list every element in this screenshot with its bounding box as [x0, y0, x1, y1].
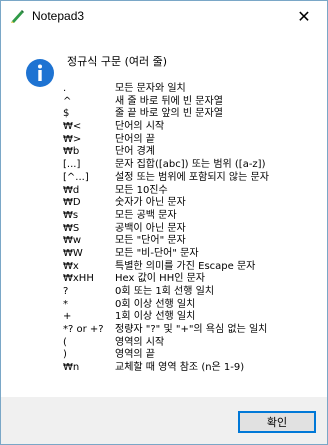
- close-button[interactable]: ✕: [281, 1, 327, 31]
- ok-button[interactable]: 확인: [238, 411, 316, 433]
- syntax-list: . 모든 문자와 일치 ^ 새 줄 바로 뒤에 빈 문자열 $ 줄 끝 바로 앞의 빈 문…: [63, 83, 325, 375]
- syntax-row: ( 영역의 시작: [63, 337, 325, 350]
- syntax-row: ₩n 교체할 때 영역 참조 (n은 1-9): [63, 362, 325, 375]
- syntax-token: [^...]: [63, 171, 89, 183]
- syntax-row: *? or +? 정량자 "?" 및 "+"의 욕심 없는 일치: [63, 324, 325, 337]
- syntax-row: +1회 이상 선행 일치: [63, 311, 325, 324]
- syntax-token: ₩x: [63, 260, 79, 272]
- syntax-row: ^ 새 줄 바로 뒤에 빈 문자열: [63, 96, 325, 109]
- syntax-description: 모든 10진수: [115, 184, 168, 196]
- notepad3-icon: [11, 10, 24, 23]
- syntax-token: ₩b: [63, 146, 80, 158]
- syntax-description: 1회 이상 선행 일치: [115, 311, 196, 323]
- syntax-token: ): [63, 349, 67, 361]
- syntax-token: ₩>: [63, 133, 82, 145]
- syntax-token: ₩S: [63, 222, 80, 234]
- syntax-row: [...] 문자 집합([abc]) 또는 범위 ([a-z]): [63, 159, 325, 172]
- syntax-description: 공백이 아닌 문자: [115, 222, 186, 234]
- syntax-row: ₩d 모든 10진수: [63, 185, 325, 198]
- syntax-description: 0회 또는 1회 선행 일치: [115, 286, 215, 297]
- syntax-row: ₩D 숫자가 아닌 문자: [63, 197, 325, 210]
- syntax-description: 영역의 시작: [115, 336, 165, 348]
- syntax-row: ₩w 모든 "단어" 문자: [63, 235, 325, 248]
- syntax-token: ₩W: [63, 247, 83, 259]
- syntax-token: *? or +?: [63, 324, 104, 336]
- title-bar[interactable]: Notepad3 ✕: [1, 1, 327, 31]
- syntax-row: ₩xHH Hex 값이 HH인 문자: [63, 273, 325, 286]
- syntax-token: ^: [63, 95, 72, 107]
- syntax-token: ₩xHH: [63, 273, 94, 285]
- syntax-token: ₩<: [63, 121, 82, 133]
- window-title: Notepad3: [32, 9, 85, 23]
- syntax-description: 새 줄 바로 뒤에 빈 문자열: [115, 95, 223, 107]
- syntax-row: * 0회 이상 선행 일치: [63, 299, 325, 312]
- syntax-description: 모든 문자와 일치: [115, 83, 186, 94]
- syntax-description: 0회 이상 선행 일치: [115, 298, 196, 310]
- syntax-row: ₩S 공백이 아닌 문자: [63, 223, 325, 236]
- dialog-heading: 정규식 구문 (여러 줄): [67, 55, 168, 68]
- syntax-token: ?: [63, 286, 69, 297]
- syntax-row: ) 영역의 끝: [63, 349, 325, 362]
- syntax-token: ₩s: [63, 209, 79, 221]
- syntax-description: 모든 "단어" 문자: [115, 235, 186, 247]
- syntax-row: ₩s 모든 공백 문자: [63, 210, 325, 223]
- syntax-row: ₩< 단어의 시작: [63, 121, 325, 134]
- syntax-description: 문자 집합([abc]) 또는 범위 ([a-z]): [115, 159, 266, 171]
- syntax-description: 단어의 끝: [115, 133, 155, 145]
- syntax-row: . 모든 문자와 일치: [63, 83, 325, 96]
- syntax-description: 단어 경계: [115, 146, 155, 158]
- syntax-token: $: [63, 108, 70, 120]
- syntax-row: ₩x 특별한 의미를 가진 Escape 문자: [63, 261, 325, 274]
- syntax-row: ₩> 단어의 끝: [63, 134, 325, 147]
- syntax-description: 영역의 끝: [115, 349, 155, 361]
- syntax-token: ₩d: [63, 184, 80, 196]
- dialog-window: Notepad3 ✕ 정규식 구문 (여러 줄) . 모든 문자와 일치 ^ 새 줄 …: [0, 0, 328, 445]
- syntax-description: 모든 "비-단어" 문자: [115, 247, 199, 259]
- syntax-description: Hex 값이 HH인 문자: [115, 273, 205, 285]
- syntax-token: ₩n: [63, 362, 80, 374]
- close-icon: ✕: [297, 6, 311, 26]
- syntax-description: 정량자 "?" 및 "+"의 욕심 없는 일치: [115, 324, 268, 336]
- syntax-token: ₩D: [63, 197, 81, 209]
- syntax-row: [^...] 설정 또는 범위에 포함되지 않는 문자: [63, 172, 325, 185]
- syntax-row: ₩W 모든 "비-단어" 문자: [63, 248, 325, 261]
- syntax-description: 특별한 의미를 가진 Escape 문자: [115, 260, 256, 272]
- syntax-token: *: [63, 298, 68, 310]
- syntax-token: +: [63, 311, 72, 323]
- syntax-description: 단어의 시작: [115, 121, 165, 133]
- syntax-token: [...]: [63, 159, 81, 171]
- syntax-description: 교체할 때 영역 참조 (n은 1-9): [115, 362, 245, 374]
- syntax-row: ? 0회 또는 1회 선행 일치: [63, 286, 325, 299]
- syntax-row: $ 줄 끝 바로 앞의 빈 문자열: [63, 108, 325, 121]
- syntax-token: (: [63, 336, 67, 348]
- syntax-token: ₩w: [63, 235, 82, 247]
- syntax-description: 설정 또는 범위에 포함되지 않는 문자: [115, 171, 269, 183]
- syntax-description: 모든 공백 문자: [115, 209, 177, 221]
- syntax-row: ₩b 단어 경계: [63, 146, 325, 159]
- syntax-token: .: [63, 83, 67, 94]
- info-icon: [26, 59, 54, 87]
- syntax-description: 숫자가 아닌 문자: [115, 197, 186, 209]
- syntax-description: 줄 끝 바로 앞의 빈 문자열: [115, 108, 223, 120]
